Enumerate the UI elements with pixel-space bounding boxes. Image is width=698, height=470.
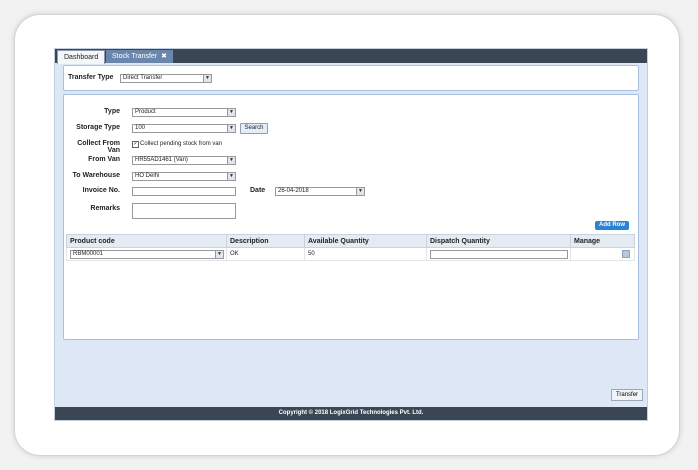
- remarks-textarea[interactable]: [132, 203, 236, 219]
- chevron-down-icon: ▼: [227, 109, 235, 116]
- product-table: Product code Description Available Quant…: [66, 234, 635, 261]
- tab-bar: Dashboard Stock Transfer ✖: [55, 49, 647, 64]
- footer-copyright: Copyright © 2018 LogixGrid Technologies …: [55, 407, 647, 420]
- invoice-no-label: Invoice No.: [82, 187, 120, 194]
- close-icon[interactable]: ✖: [161, 53, 167, 60]
- tab-dashboard[interactable]: Dashboard: [57, 50, 106, 64]
- table-row: RBM00001 ▼ OK 50: [66, 247, 635, 261]
- chevron-down-icon: ▼: [215, 250, 223, 258]
- transfer-type-label: Transfer Type: [68, 74, 114, 81]
- to-warehouse-label: To Warehouse: [72, 172, 120, 179]
- app-window: Dashboard Stock Transfer ✖ Transfer Type …: [54, 48, 648, 421]
- product-code-cell: RBM00001 ▼: [66, 247, 227, 261]
- tab-stock-transfer-label: Stock Transfer: [112, 53, 158, 60]
- transfer-type-value: Direct Transfer: [123, 75, 163, 81]
- date-label: Date: [250, 187, 266, 194]
- type-value: Product: [135, 109, 156, 115]
- type-select[interactable]: Product ▼: [132, 108, 236, 117]
- to-warehouse-select[interactable]: HO Delhi ▼: [132, 172, 236, 181]
- collect-from-van-label: Collect From Van: [77, 140, 120, 154]
- date-value: 26-04-2018: [278, 188, 309, 194]
- description-cell: OK: [226, 247, 305, 261]
- from-van-value: HR55AD1461 (Van): [135, 157, 188, 163]
- transfer-button[interactable]: Transfer: [611, 389, 643, 401]
- dispatch-quantity-cell: [426, 247, 571, 261]
- collect-pending-label: Collect pending stock from van: [140, 141, 223, 147]
- dispatch-quantity-input[interactable]: [430, 249, 568, 259]
- transfer-type-panel: Transfer Type Direct Transfer ▼: [63, 65, 639, 91]
- search-button[interactable]: Search: [240, 123, 268, 134]
- date-picker[interactable]: 26-04-2018 ▼: [275, 187, 365, 196]
- chevron-down-icon: ▼: [356, 188, 364, 195]
- chevron-down-icon: ▼: [203, 75, 211, 82]
- remarks-label: Remarks: [90, 205, 120, 212]
- available-quantity-cell: 50: [304, 247, 427, 261]
- column-header: Description: [226, 234, 305, 248]
- tab-dashboard-label: Dashboard: [64, 54, 99, 61]
- manage-cell: [570, 247, 635, 261]
- add-row-button[interactable]: Add Row: [595, 221, 629, 230]
- product-code-value: RBM00001: [73, 250, 104, 257]
- storage-type-select[interactable]: 100 ▼: [132, 124, 236, 133]
- to-warehouse-value: HO Delhi: [135, 173, 160, 179]
- from-van-label: From Van: [88, 156, 120, 163]
- column-header: Available Quantity: [304, 234, 427, 248]
- column-header: Manage: [570, 234, 635, 248]
- stock-form-panel: Type Product ▼ Storage Type 100 ▼ Search C…: [63, 94, 639, 340]
- chevron-down-icon: ▼: [227, 125, 235, 132]
- product-code-select[interactable]: RBM00001 ▼: [70, 249, 224, 259]
- type-label: Type: [104, 108, 120, 115]
- chevron-down-icon: ▼: [227, 173, 235, 180]
- transfer-type-select[interactable]: Direct Transfer ▼: [120, 74, 212, 83]
- tab-stock-transfer[interactable]: Stock Transfer ✖: [106, 50, 174, 63]
- column-header: Dispatch Quantity: [426, 234, 571, 248]
- column-header: Product code: [66, 234, 227, 248]
- collect-pending-checkbox[interactable]: ✓: [132, 141, 139, 148]
- manage-icon[interactable]: [622, 250, 630, 258]
- invoice-no-input[interactable]: [132, 187, 236, 196]
- storage-type-value: 100: [135, 125, 146, 131]
- table-header-row: Product code Description Available Quant…: [66, 234, 635, 248]
- from-van-select[interactable]: HR55AD1461 (Van) ▼: [132, 156, 236, 165]
- chevron-down-icon: ▼: [227, 157, 235, 164]
- storage-type-label: Storage Type: [76, 124, 120, 131]
